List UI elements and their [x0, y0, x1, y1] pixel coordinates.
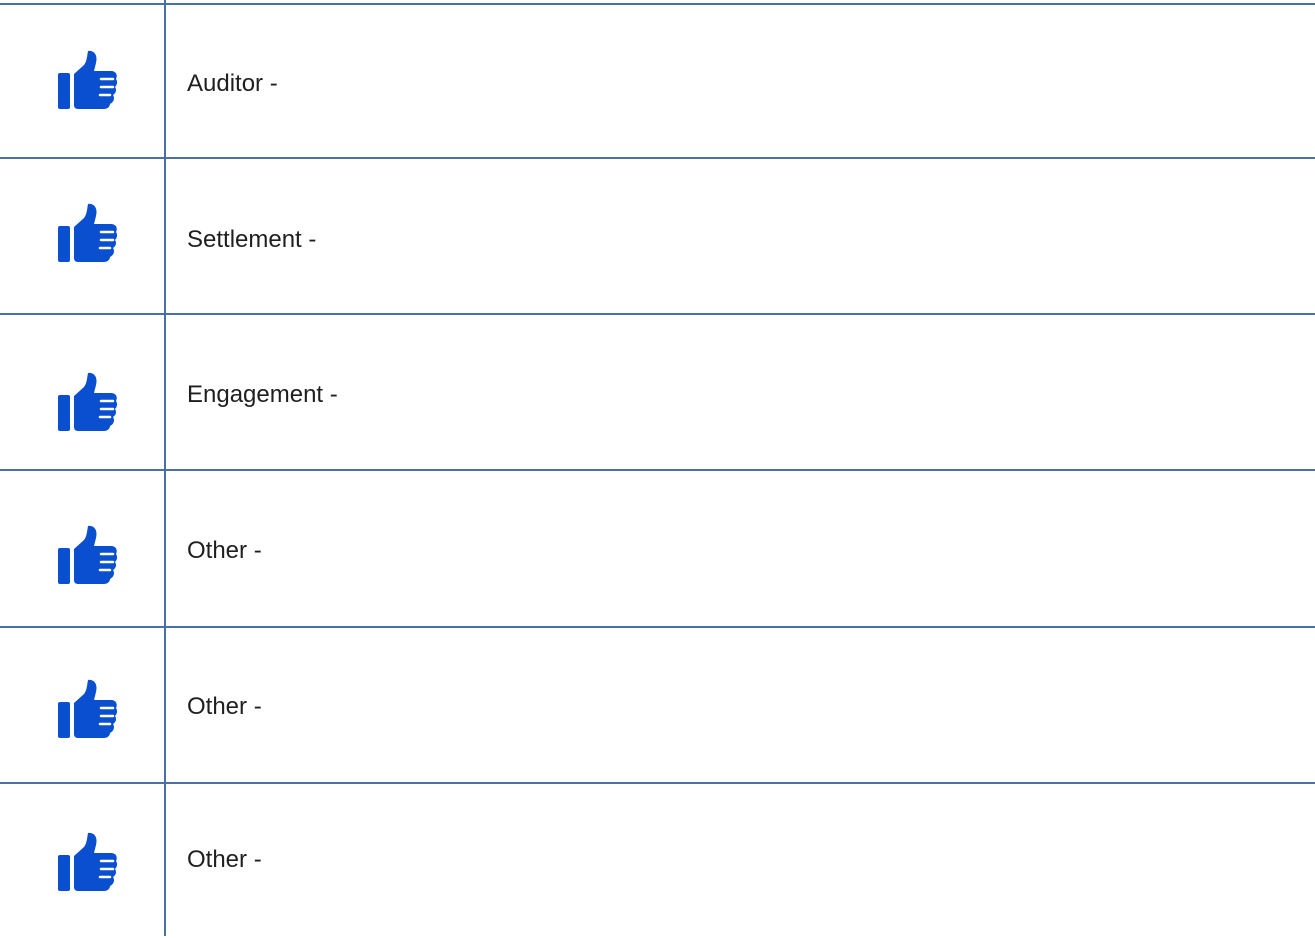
thumbs-up-icon — [58, 372, 118, 431]
row-label: Auditor - — [187, 70, 278, 97]
thumbs-up-icon — [58, 50, 118, 109]
thumbs-up-icon — [58, 832, 118, 891]
thumbs-up-icon — [58, 679, 118, 738]
row-label: Other - — [187, 693, 262, 720]
list-item: Settlement - — [0, 159, 1315, 313]
row-label: Other - — [187, 537, 262, 564]
list-item: Other - — [0, 784, 1315, 938]
row-label: Other - — [187, 846, 262, 873]
row-label: Settlement - — [187, 226, 317, 253]
list-item: Other - — [0, 471, 1315, 625]
list-item: Other - — [0, 628, 1315, 782]
list-item: Auditor - — [0, 5, 1315, 159]
thumbs-up-icon — [58, 203, 118, 262]
row-label: Engagement - — [187, 381, 338, 408]
thumbs-up-icon — [58, 525, 118, 584]
list-item: Engagement - — [0, 315, 1315, 469]
